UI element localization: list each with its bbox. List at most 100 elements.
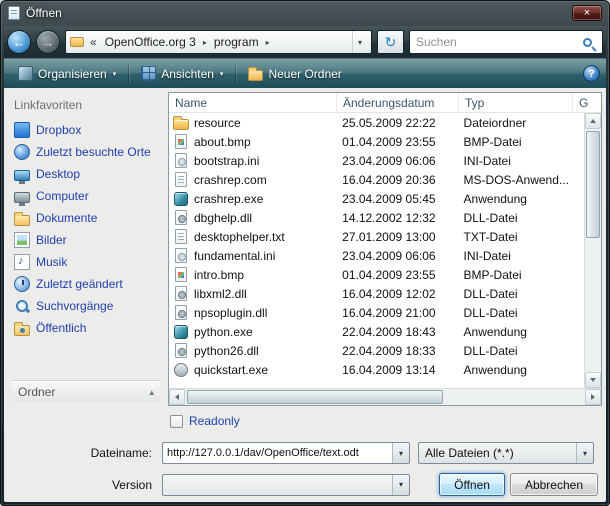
breadcrumb-dropdown-icon[interactable]: ▾	[352, 31, 367, 53]
column-header-date[interactable]: Änderungsdatum	[337, 93, 459, 112]
sidebar-item[interactable]: Zuletzt besuchte Orte	[12, 141, 160, 163]
scroll-right-button[interactable]	[585, 389, 601, 405]
version-dropdown-icon[interactable]: ▾	[392, 475, 409, 495]
breadcrumb-item[interactable]: OpenOffice.org 3	[101, 35, 200, 49]
organize-button[interactable]: Organisieren ▾	[10, 62, 124, 85]
file-list: resource 25.05.2009 22:22 Dateiordner	[169, 113, 584, 388]
breadcrumb[interactable]: « OpenOffice.org 3 ▸ program ▸ ▾	[65, 30, 372, 54]
file-row[interactable]: intro.bmp 01.04.2009 23:55 BMP-Datei	[169, 265, 584, 284]
file-row[interactable]: crashrep.exe 23.04.2009 05:45 Anwendung	[169, 189, 584, 208]
file-name-cell: about.bmp	[169, 134, 336, 149]
sidebar-item[interactable]: Desktop	[12, 163, 160, 185]
readonly-label[interactable]: Readonly	[189, 414, 240, 428]
file-name-cell: quickstart.exe	[169, 362, 336, 378]
file-row[interactable]: bootstrap.ini 23.04.2009 06:06 INI-Datei	[169, 151, 584, 170]
readonly-checkbox[interactable]	[170, 415, 183, 428]
horizontal-scroll-track[interactable]	[185, 389, 585, 405]
file-row[interactable]: about.bmp 01.04.2009 23:55 BMP-Datei	[169, 132, 584, 151]
filename-dropdown-icon[interactable]: ▾	[392, 443, 409, 463]
dll-icon	[175, 210, 187, 225]
breadcrumb-item[interactable]: program	[210, 35, 263, 49]
scroll-left-button[interactable]	[169, 389, 185, 405]
scroll-down-button[interactable]	[585, 372, 601, 388]
sidebar-item[interactable]: Öffentlich	[12, 317, 160, 339]
search-icon[interactable]	[583, 38, 592, 47]
horizontal-scroll-thumb[interactable]	[187, 390, 443, 404]
forward-button[interactable]: →	[36, 30, 60, 54]
new-folder-button[interactable]: Neuer Ordner	[240, 63, 349, 85]
sidebar-item[interactable]: Dropbox	[12, 119, 160, 141]
help-button[interactable]: ?	[583, 65, 600, 82]
sidebar-item-label: Dropbox	[36, 123, 81, 137]
filetype-combo[interactable]: Alle Dateien (*.*) ▾	[418, 442, 594, 464]
file-row[interactable]: resource 25.05.2009 22:22 Dateiordner	[169, 113, 584, 132]
file-row[interactable]: libxml2.dll 16.04.2009 12:02 DLL-Datei	[169, 284, 584, 303]
music-icon	[14, 254, 30, 270]
organize-icon	[18, 66, 33, 81]
file-name-cell: resource	[169, 115, 336, 130]
arrow-right-icon	[591, 394, 595, 400]
sidebar-item[interactable]: Computer	[12, 185, 160, 207]
chevron-down-icon: ▾	[220, 70, 224, 78]
public-icon	[14, 325, 30, 336]
file-date: 14.12.2002 12:32	[336, 211, 457, 225]
sidebar: Linkfavoriten Dropbox Zuletzt besuchte O…	[6, 92, 162, 406]
sidebar-item[interactable]: Musik	[12, 251, 160, 273]
refresh-button[interactable]: ↻	[377, 30, 404, 54]
sidebar-item[interactable]: Dokumente	[12, 207, 160, 229]
column-header-size[interactable]: G	[573, 93, 601, 112]
close-button[interactable]: ×	[572, 5, 602, 21]
chevron-up-icon: ▴	[149, 387, 154, 398]
views-button[interactable]: Ansichten ▾	[133, 62, 231, 85]
cancel-button[interactable]: Abbrechen	[510, 473, 598, 496]
vertical-scroll-thumb[interactable]	[586, 131, 600, 238]
chevron-right-icon[interactable]: ▸	[265, 38, 271, 47]
scroll-up-button[interactable]	[585, 113, 601, 129]
file-row[interactable]: python26.dll 22.04.2009 18:33 DLL-Datei	[169, 341, 584, 360]
pictures-icon	[14, 232, 30, 248]
file-type: MS-DOS-Anwend...	[458, 173, 571, 187]
column-header-name[interactable]: Name	[169, 93, 337, 112]
arrow-left-icon	[175, 394, 179, 400]
vertical-scroll-track[interactable]	[585, 129, 601, 372]
arrow-up-icon	[590, 119, 596, 123]
file-name-cell: libxml2.dll	[169, 286, 336, 301]
file-row[interactable]: desktophelper.txt 27.01.2009 13:00 TXT-D…	[169, 227, 584, 246]
exe-icon	[174, 325, 188, 339]
file-row[interactable]: fundamental.ini 23.04.2009 06:06 INI-Dat…	[169, 246, 584, 265]
exe-icon	[174, 192, 188, 206]
horizontal-scrollbar[interactable]	[169, 388, 601, 405]
file-row[interactable]: python.exe 22.04.2009 18:43 Anwendung	[169, 322, 584, 341]
file-row[interactable]: quickstart.exe 16.04.2009 13:14 Anwendun…	[169, 360, 584, 379]
version-combo[interactable]: ▾	[162, 474, 410, 496]
dialog-body: Linkfavoriten Dropbox Zuletzt besuchte O…	[4, 88, 606, 502]
sidebar-item[interactable]: Bilder	[12, 229, 160, 251]
file-name: crashrep.exe	[194, 192, 263, 206]
file-name-cell: bootstrap.ini	[169, 153, 336, 168]
search-input[interactable]	[416, 35, 579, 49]
back-button[interactable]: ←	[7, 30, 31, 54]
file-date: 22.04.2009 18:43	[336, 325, 457, 339]
column-header-type[interactable]: Typ	[459, 93, 573, 112]
column-header-row: Name Änderungsdatum Typ G	[169, 93, 601, 113]
ini-icon	[175, 248, 187, 263]
breadcrumb-overflow[interactable]: «	[88, 35, 99, 49]
folders-expander[interactable]: Ordner ▴	[12, 381, 160, 402]
recent-changed-icon	[14, 276, 30, 292]
file-row[interactable]: crashrep.com 16.04.2009 20:36 MS-DOS-Anw…	[169, 170, 584, 189]
filename-input[interactable]	[163, 447, 392, 459]
file-date: 16.04.2009 20:36	[336, 173, 457, 187]
chevron-right-icon[interactable]: ▸	[202, 38, 208, 47]
desktop-icon	[14, 170, 30, 181]
file-type: DLL-Datei	[458, 211, 571, 225]
filetype-dropdown-icon[interactable]: ▾	[576, 443, 593, 463]
file-row[interactable]: dbghelp.dll 14.12.2002 12:32 DLL-Datei	[169, 208, 584, 227]
sidebar-item[interactable]: Zuletzt geändert	[12, 273, 160, 295]
file-row[interactable]: npsoplugin.dll 16.04.2009 21:00 DLL-Date…	[169, 303, 584, 322]
open-button[interactable]: Öffnen	[439, 473, 505, 496]
folder-icon	[70, 37, 84, 47]
vertical-scrollbar[interactable]	[584, 113, 601, 388]
file-name: about.bmp	[194, 135, 251, 149]
sidebar-item[interactable]: Suchvorgänge	[12, 295, 160, 317]
file-name: libxml2.dll	[194, 287, 247, 301]
